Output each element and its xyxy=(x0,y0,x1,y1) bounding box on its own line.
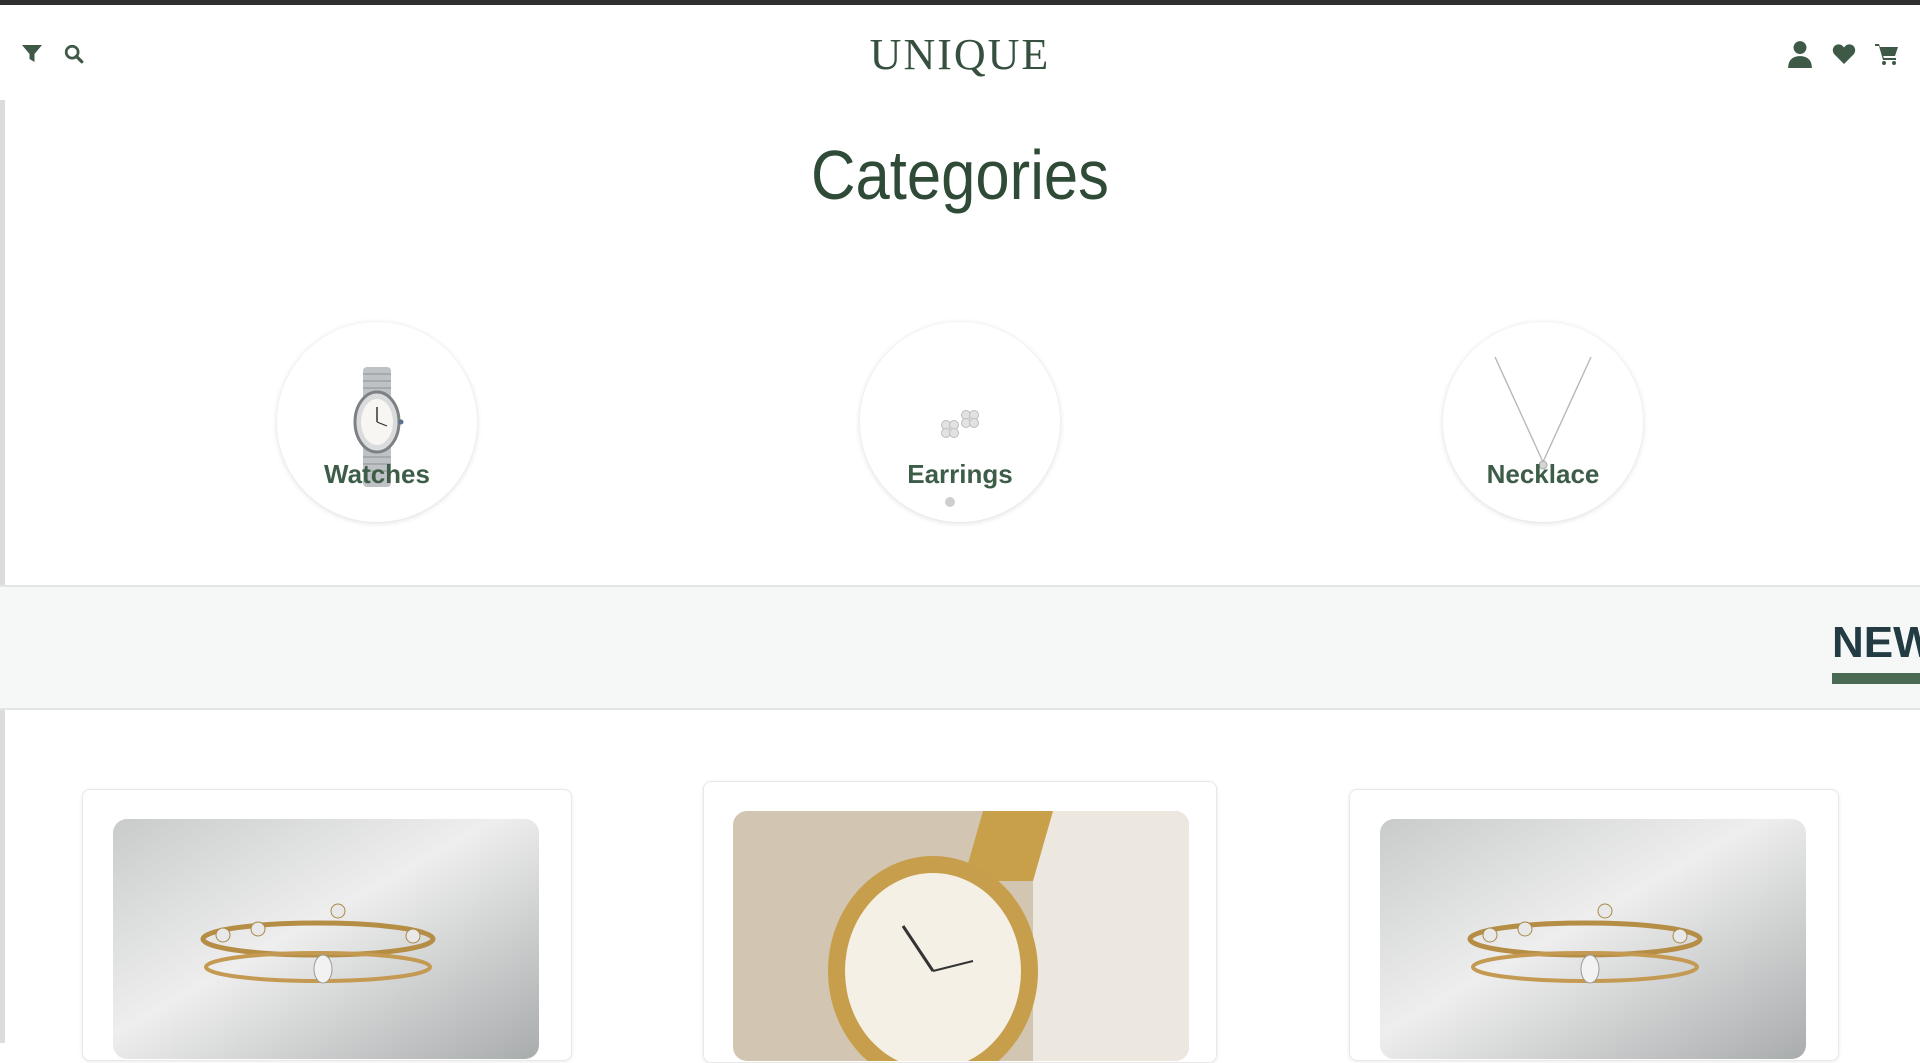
category-earrings[interactable]: Earrings xyxy=(860,322,1060,522)
categories-title: Categories xyxy=(811,136,1109,214)
left-scroll-edge xyxy=(0,100,5,1043)
necklace-image xyxy=(1494,356,1592,470)
user-icon[interactable] xyxy=(1785,39,1815,69)
new-section-title: NEW xyxy=(1832,618,1920,667)
category-label: Necklace xyxy=(1486,459,1600,489)
earrings-image xyxy=(941,410,979,507)
site-logo[interactable]: UNIQUE xyxy=(0,29,1920,80)
category-label: Earrings xyxy=(907,459,1013,489)
title-underline xyxy=(1832,673,1920,684)
watch-image xyxy=(353,367,404,487)
category-necklace[interactable]: Necklace xyxy=(1443,322,1643,522)
category-watches[interactable]: Watches xyxy=(277,322,477,522)
ring-set-image xyxy=(113,819,539,1059)
heart-icon[interactable] xyxy=(1829,39,1859,69)
site-header: UNIQUE xyxy=(0,5,1920,100)
ring-set-image xyxy=(1380,819,1806,1059)
category-label: Watches xyxy=(324,459,430,489)
product-card[interactable] xyxy=(1349,789,1839,1061)
cart-icon[interactable] xyxy=(1872,39,1902,69)
new-arrivals-band: NEW xyxy=(0,585,1920,710)
gold-watch-image xyxy=(733,811,1189,1061)
product-card[interactable] xyxy=(703,781,1217,1063)
product-card[interactable] xyxy=(82,789,572,1061)
